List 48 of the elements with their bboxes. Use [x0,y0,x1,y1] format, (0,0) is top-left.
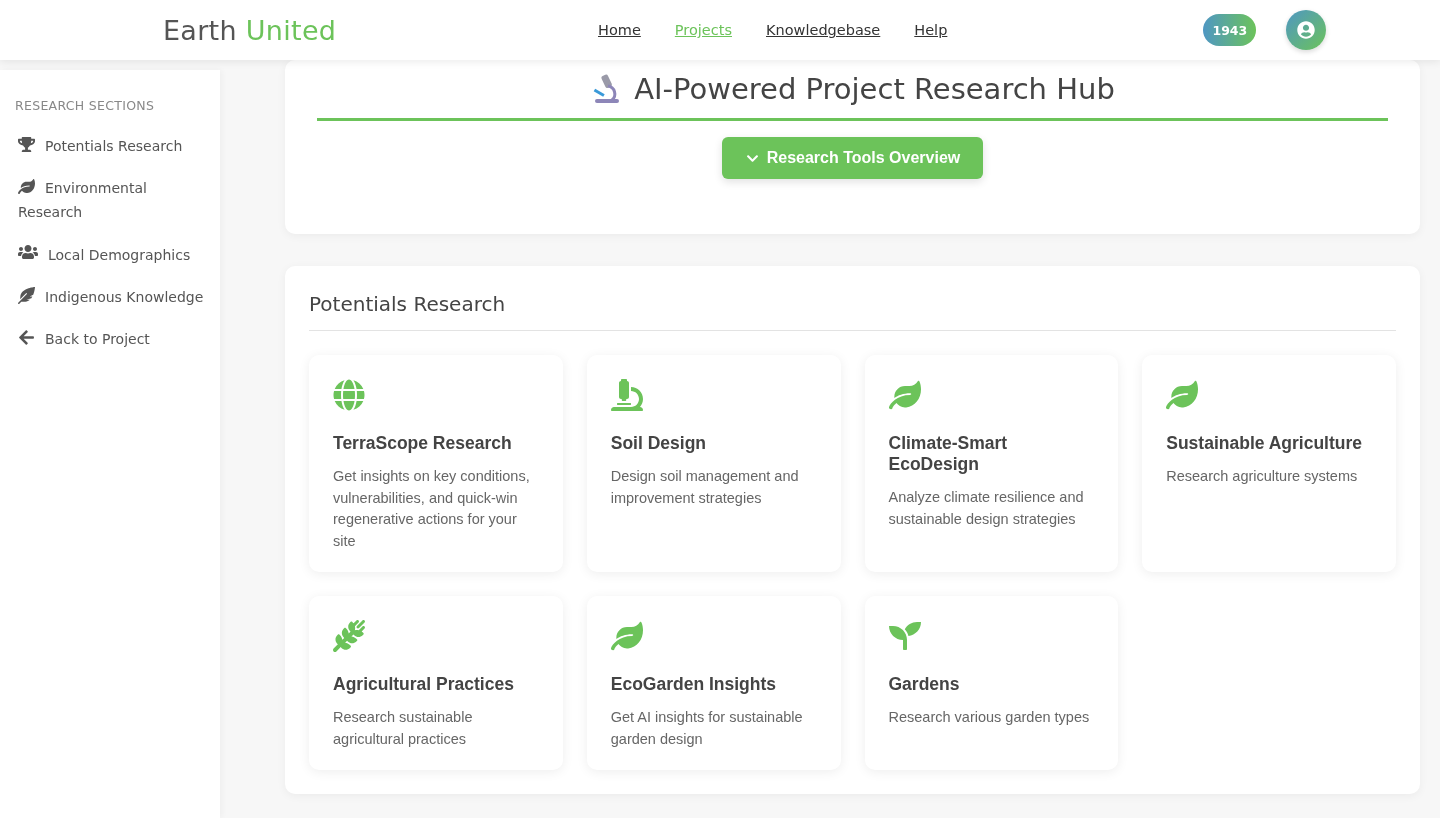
trophy-icon [18,136,35,153]
tool-card[interactable]: Soil Design Design soil management and improvement strategies [586,355,841,572]
sprout-icon [888,620,921,652]
profile-button[interactable] [1286,10,1327,50]
points-badge: 1943 [1203,14,1257,46]
sidebar-heading: RESEARCH SECTIONS [15,98,156,113]
tool-description: Analyze climate resilience and sustainable design strategies [888,488,1085,529]
nav-link[interactable]: Home [598,22,641,38]
tool-card[interactable]: TerraScope Research Get insights on key conditions, vulnerabilities, and quick-win regenerative actions for your site [309,355,563,572]
tool-card[interactable]: Sustainable Agriculture Research agriculture systems [1142,355,1396,572]
leaf-icon [1166,379,1199,411]
tool-card[interactable]: Agricultural Practices Research sustainable agricultural practices [309,596,563,770]
tool-card[interactable]: Climate-Smart EcoDesign Analyze climate resilience and sustainable design strategies [864,355,1119,572]
tool-description: Research various garden types [888,708,1091,727]
tool-description: Research sustainable agricultural practices [333,708,474,749]
tool-title: TerraScope Research [333,433,513,454]
tool-description: Get insights on key conditions, vulnerabilities, and quick-win regenerative actions for your site [333,467,531,551]
nav-link[interactable]: Knowledgebase [766,22,881,38]
tool-description: Get AI insights for sustainable garden design [610,708,804,749]
leaf-icon [18,178,35,195]
tool-title: Sustainable Agriculture [1166,433,1364,454]
tool-title: Gardens [888,674,961,695]
tool-title: Agricultural Practices [333,674,515,695]
feather-icon [18,287,35,304]
tool-card[interactable]: EcoGarden Insights Get AI insights for sustainable garden design [586,596,841,770]
hub-title: AI-Powered Project Research Hub [317,72,1388,121]
sidebar-item[interactable]: Back to Project [0,318,220,360]
user-icon [1297,21,1316,39]
tool-title: Climate-Smart EcoDesign [888,433,1009,475]
tool-title: Soil Design [610,433,708,454]
sidebar-item[interactable]: Indigenous Knowledge [0,276,220,318]
leaf-icon [888,379,921,411]
logo[interactable]: Earth United [163,14,543,46]
tool-description: Design soil management and improvement strategies [610,467,800,508]
tool-title: EcoGarden Insights [610,674,778,695]
wheat-icon [333,620,365,652]
sidebar-item[interactable]: Environmental Research [0,167,220,233]
sidebar-item[interactable]: Potentials Research [0,125,220,167]
microscope-icon [610,379,643,411]
sidebar-item[interactable]: Local Demographics [0,233,220,276]
nav-link[interactable]: Help [914,22,948,38]
people-icon [18,242,38,262]
tool-card[interactable]: Gardens Research various garden types [864,596,1119,770]
globe-icon [333,379,365,411]
section-title: Potentials Research [309,292,1396,331]
back-arrow-icon [18,329,35,346]
tool-description: Research agriculture systems [1166,467,1359,486]
leaf-icon [610,620,643,652]
